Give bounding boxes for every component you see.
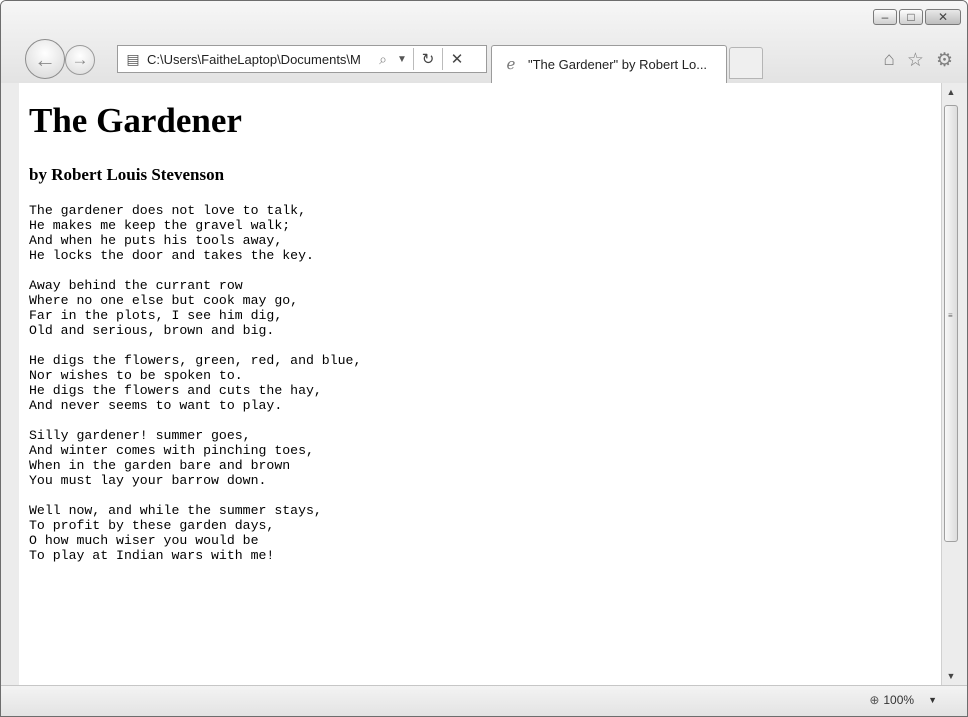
poem-line: And winter comes with pinching toes, <box>29 443 314 458</box>
tab-active[interactable]: ℯ "The Gardener" by Robert Lo... <box>491 45 727 83</box>
poem-line: And when he puts his tools away, <box>29 233 283 248</box>
browser-window: – □ ✕ ← → ▤ C:\Users\FaitheLaptop\Docume… <box>0 0 968 717</box>
poem-line: Old and serious, brown and big. <box>29 323 275 338</box>
address-dropdown-icon[interactable]: ▼ <box>393 54 411 65</box>
poem-document: The Gardener by Robert Louis Stevenson T… <box>29 101 361 563</box>
poem-line: Far in the plots, I see him dig, <box>29 308 283 323</box>
command-icons: ⌂ ☆ ⚙ <box>883 49 953 72</box>
poem-line: He makes me keep the gravel walk; <box>29 218 291 233</box>
forward-button[interactable]: → <box>65 45 95 75</box>
scroll-down-icon[interactable]: ▼ <box>942 667 960 685</box>
stanza: Silly gardener! summer goes, And winter … <box>29 428 361 488</box>
zoom-dropdown-icon[interactable]: ▼ <box>928 695 937 705</box>
home-icon[interactable]: ⌂ <box>883 49 894 72</box>
poem-line: Silly gardener! summer goes, <box>29 428 251 443</box>
scroll-up-icon[interactable]: ▲ <box>942 83 960 101</box>
zoom-icon: ⊕ <box>869 693 880 707</box>
frame-right <box>959 83 967 685</box>
poem-line: He digs the flowers and cuts the hay, <box>29 383 322 398</box>
maximize-button[interactable]: □ <box>899 9 923 25</box>
forward-arrow-icon: → <box>71 50 89 69</box>
minimize-icon: – <box>881 10 889 24</box>
poem-line: And never seems to want to play. <box>29 398 283 413</box>
gear-icon[interactable]: ⚙ <box>936 49 953 72</box>
poem-line: The gardener does not love to talk, <box>29 203 306 218</box>
new-tab-button[interactable] <box>729 47 763 79</box>
stanza: He digs the flowers, green, red, and blu… <box>29 353 361 413</box>
window-controls: – □ ✕ <box>873 9 961 25</box>
poem-line: O how much wiser you would be <box>29 533 259 548</box>
page-icon: ▤ <box>126 51 140 67</box>
star-icon[interactable]: ☆ <box>907 49 924 72</box>
stanza: Well now, and while the summer stays, To… <box>29 503 361 563</box>
close-icon: ✕ <box>937 10 949 24</box>
address-text[interactable]: C:\Users\FaitheLaptop\Documents\M <box>147 52 373 67</box>
browser-chrome: – □ ✕ ← → ▤ C:\Users\FaitheLaptop\Docume… <box>1 1 967 83</box>
poem-line: To play at Indian wars with me! <box>29 548 275 563</box>
poem-author: by Robert Louis Stevenson <box>29 165 225 184</box>
tab-title: "The Gardener" by Robert Lo... <box>528 57 708 72</box>
ie-page-icon: ℯ <box>506 55 516 73</box>
poem-line: When in the garden bare and brown <box>29 458 291 473</box>
search-icon[interactable]: ⌕ <box>373 51 393 68</box>
stanza: The gardener does not love to talk, He m… <box>29 203 361 263</box>
refresh-icon[interactable]: ↻ <box>416 50 440 68</box>
close-window-button[interactable]: ✕ <box>925 9 961 25</box>
back-arrow-icon: ← <box>34 47 56 72</box>
address-divider <box>442 48 443 70</box>
stop-icon[interactable]: ✕ <box>445 50 469 68</box>
back-button[interactable]: ← <box>25 39 65 79</box>
maximize-icon: □ <box>907 10 915 24</box>
stanza: Away behind the currant row Where no one… <box>29 278 361 338</box>
minimize-button[interactable]: – <box>873 9 897 25</box>
poem-line: He digs the flowers, green, red, and blu… <box>29 353 362 368</box>
poem-line: You must lay your barrow down. <box>29 473 267 488</box>
poem-title: The Gardener <box>29 101 242 140</box>
status-bar: ⊕ 100% ▼ <box>1 685 967 716</box>
scrollbar-thumb[interactable]: ≡ <box>944 105 958 542</box>
zoom-control[interactable]: ⊕ 100% ▼ <box>869 693 937 707</box>
vertical-scrollbar[interactable]: ▲ ≡ ▼ <box>941 83 959 685</box>
frame-left <box>1 83 19 685</box>
poem-line: Where no one else but cook may go, <box>29 293 299 308</box>
poem-line: Well now, and while the summer stays, <box>29 503 322 518</box>
address-divider <box>413 48 414 70</box>
page-viewport: The Gardener by Robert Louis Stevenson T… <box>19 83 941 685</box>
poem-line: Away behind the currant row <box>29 278 243 293</box>
poem-line: He locks the door and takes the key. <box>29 248 314 263</box>
poem-line: Nor wishes to be spoken to. <box>29 368 243 383</box>
address-bar[interactable]: ▤ C:\Users\FaitheLaptop\Documents\M ⌕ ▼ … <box>117 45 487 73</box>
grip-icon: ≡ <box>948 311 953 320</box>
poem-line: To profit by these garden days, <box>29 518 275 533</box>
zoom-level: 100% <box>883 693 915 707</box>
